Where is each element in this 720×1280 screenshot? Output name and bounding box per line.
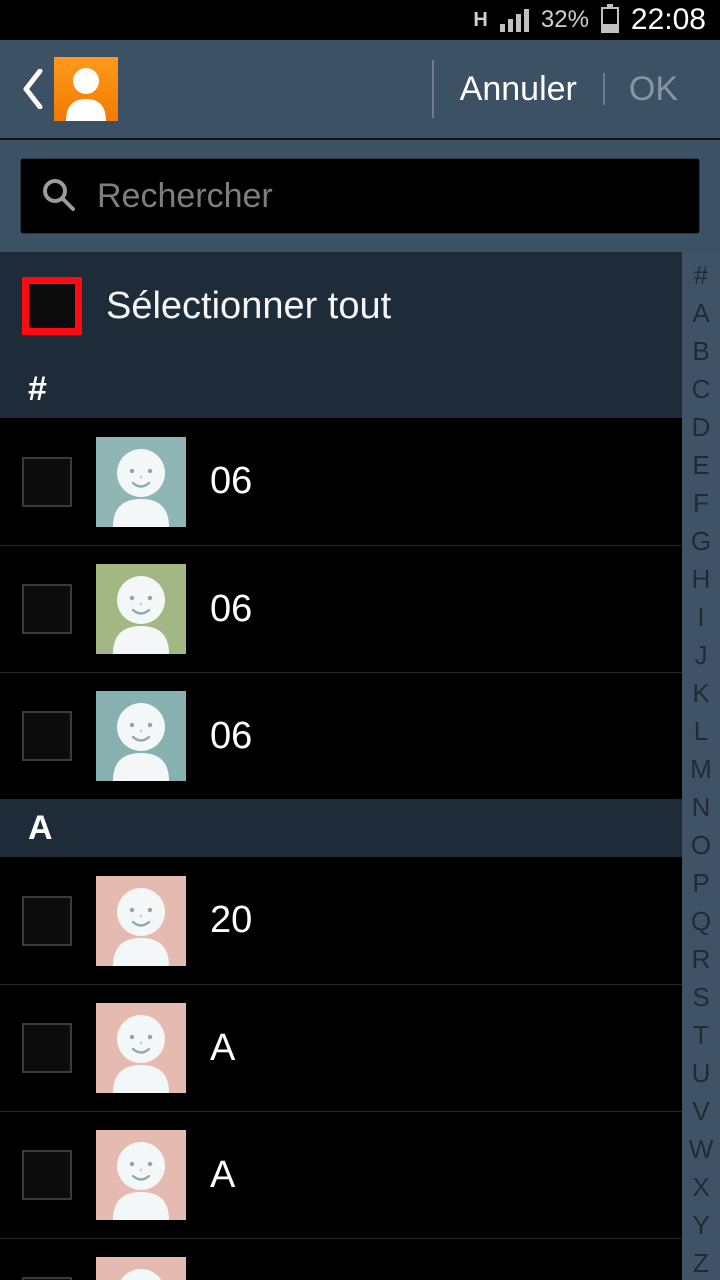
- avatar: [96, 437, 186, 527]
- status-bar: H 32% 22:08: [0, 0, 720, 40]
- select-all-checkbox[interactable]: [22, 277, 82, 335]
- contact-row[interactable]: 20: [0, 857, 682, 984]
- index-letter[interactable]: O: [691, 826, 711, 864]
- index-letter[interactable]: D: [692, 408, 711, 446]
- index-letter[interactable]: #: [694, 256, 708, 294]
- index-letter[interactable]: P: [692, 864, 709, 902]
- contact-checkbox[interactable]: [22, 584, 72, 634]
- contact-checkbox[interactable]: [22, 896, 72, 946]
- contact-checkbox[interactable]: [22, 711, 72, 761]
- avatar: [96, 1003, 186, 1093]
- contact-checkbox[interactable]: [22, 457, 72, 507]
- ok-button[interactable]: OK: [603, 70, 704, 109]
- app-header: Annuler OK: [0, 40, 720, 140]
- contact-row[interactable]: A: [0, 984, 682, 1111]
- contact-row[interactable]: A: [0, 1111, 682, 1238]
- index-letter[interactable]: J: [695, 636, 708, 674]
- contact-row[interactable]: A: [0, 1238, 682, 1280]
- signal-icon: [500, 9, 529, 32]
- contact-row[interactable]: 06: [0, 545, 682, 672]
- contact-row[interactable]: 06: [0, 672, 682, 799]
- contact-name: A: [210, 1154, 235, 1197]
- index-letter[interactable]: Y: [692, 1206, 709, 1244]
- index-letter[interactable]: A: [692, 294, 709, 332]
- index-letter[interactable]: B: [692, 332, 709, 370]
- search-field[interactable]: [20, 158, 700, 234]
- index-letter[interactable]: Q: [691, 902, 711, 940]
- chevron-left-icon: [20, 69, 44, 109]
- contacts-app-icon: [54, 57, 118, 121]
- contact-name: A: [210, 1027, 235, 1070]
- network-type: H: [473, 9, 487, 32]
- index-letter[interactable]: H: [692, 560, 711, 598]
- index-letter[interactable]: L: [694, 712, 708, 750]
- clock: 22:08: [631, 3, 706, 37]
- index-letter[interactable]: V: [692, 1092, 709, 1130]
- index-letter[interactable]: R: [692, 940, 711, 978]
- index-letter[interactable]: X: [692, 1168, 709, 1206]
- index-letter[interactable]: M: [690, 750, 712, 788]
- contact-checkbox[interactable]: [22, 1150, 72, 1200]
- cancel-button[interactable]: Annuler: [434, 70, 603, 109]
- index-letter[interactable]: K: [692, 674, 709, 712]
- index-letter[interactable]: C: [692, 370, 711, 408]
- contact-name: 06: [210, 588, 252, 631]
- back-button[interactable]: [16, 64, 48, 114]
- battery-percent: 32%: [541, 6, 589, 34]
- index-letter[interactable]: I: [697, 598, 704, 636]
- avatar: [96, 564, 186, 654]
- search-icon: [41, 177, 75, 216]
- section-header: #: [0, 360, 682, 418]
- contact-checkbox[interactable]: [22, 1023, 72, 1073]
- battery-icon: [601, 7, 619, 33]
- contact-name: 06: [210, 460, 252, 503]
- index-letter[interactable]: S: [692, 978, 709, 1016]
- index-letter[interactable]: W: [689, 1130, 714, 1168]
- contact-name: 06: [210, 715, 252, 758]
- contact-row[interactable]: 06: [0, 418, 682, 545]
- contacts-list[interactable]: Sélectionner tout #060606A20AAA: [0, 252, 682, 1280]
- index-letter[interactable]: E: [692, 446, 709, 484]
- avatar: [96, 1130, 186, 1220]
- avatar: [96, 1257, 186, 1280]
- search-area: [0, 140, 720, 252]
- alpha-index-bar[interactable]: #ABCDEFGHIJKLMNOPQRSTUVWXYZ: [682, 252, 720, 1280]
- search-input[interactable]: [97, 177, 679, 216]
- contact-name: 20: [210, 899, 252, 942]
- index-letter[interactable]: T: [693, 1016, 709, 1054]
- index-letter[interactable]: U: [692, 1054, 711, 1092]
- avatar: [96, 691, 186, 781]
- index-letter[interactable]: F: [693, 484, 709, 522]
- select-all-row[interactable]: Sélectionner tout: [0, 252, 682, 360]
- avatar: [96, 876, 186, 966]
- index-letter[interactable]: Z: [693, 1244, 709, 1280]
- section-header: A: [0, 799, 682, 857]
- index-letter[interactable]: N: [692, 788, 711, 826]
- select-all-label: Sélectionner tout: [106, 285, 391, 328]
- index-letter[interactable]: G: [691, 522, 711, 560]
